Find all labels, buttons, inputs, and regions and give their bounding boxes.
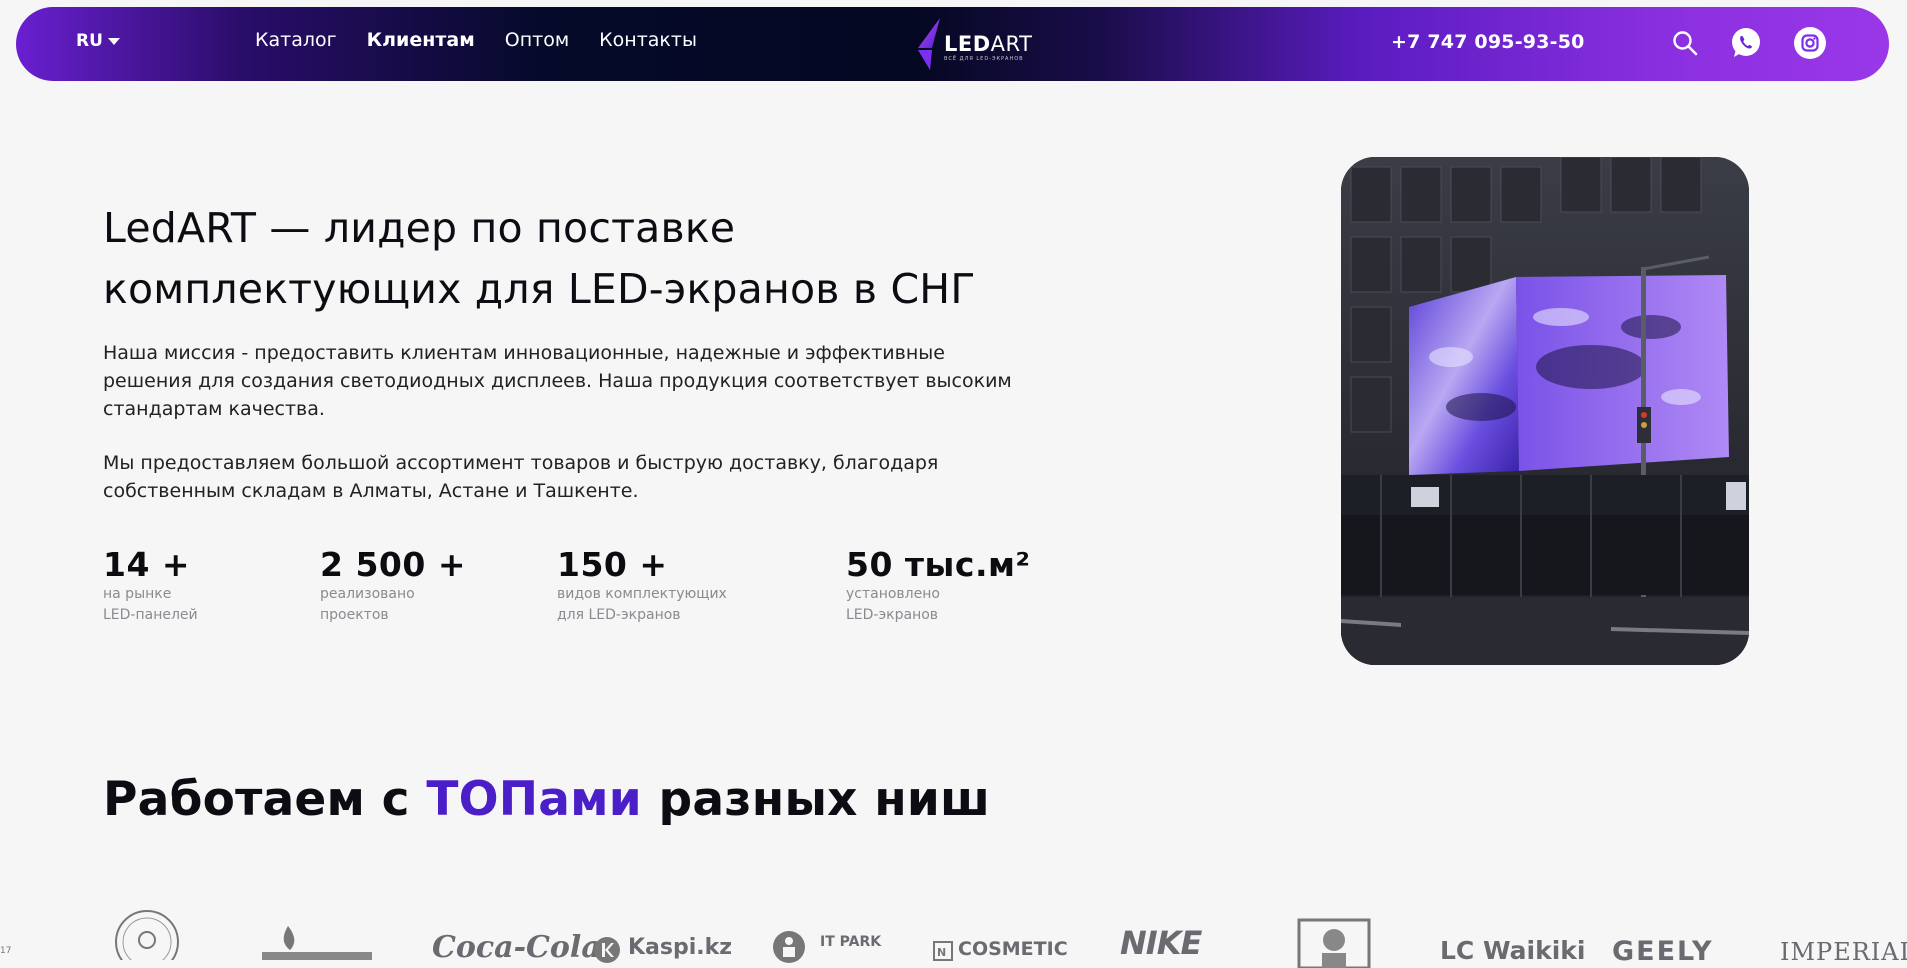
main-nav: Каталог Клиентам Оптом Контакты [255,29,697,51]
nav-catalog[interactable]: Каталог [255,29,337,51]
partner-logo-kaspi: Kaspi.kz [628,935,733,960]
partner-logo-flame-emblem [262,926,372,960]
it-park-icon [773,931,805,963]
instagram-button[interactable] [1793,26,1827,60]
logo-tagline: ВСЁ ДЛЯ LED-ЭКРАНОВ [944,56,1024,62]
hero-title-line-1: LedART — лидер по поставке [103,204,736,252]
language-selector[interactable]: RU [76,31,120,51]
nav-contacts[interactable]: Контакты [599,29,697,51]
led-cube-illustration [1341,157,1749,665]
stat-caption: установлено [846,586,940,602]
stat-value: 150 + [557,545,668,584]
chevron-down-icon [107,37,120,45]
stat-caption: видов комплектующих [557,586,727,602]
search-button[interactable] [1668,26,1702,60]
mission-paragraph: Наша миссия - предоставить клиентам инно… [103,342,1012,420]
partner-logo-nike: NIKE [1120,924,1202,962]
site-logo[interactable]: LEDART ВСЁ ДЛЯ LED-ЭКРАНОВ [910,14,1034,74]
assortment-paragraph: Мы предоставляем большой ассортимент тов… [103,452,939,502]
hero-led-cube-photo [1341,157,1749,665]
hero-title-line-2: комплектующих для LED-экранов в СНГ [103,265,976,313]
site-header: RU Каталог Клиентам Оптом Контакты LEDAR… [16,7,1889,81]
partner-logo-geely: GEELY [1612,936,1714,967]
partner-logos-strip: Coca-Cola Kaspi.kz IT PARK N COSMETIC NI… [0,910,1907,968]
whatsapp-icon [1732,28,1760,57]
partner-logo-it-park: IT PARK [820,934,882,950]
stat-caption: LED-экранов [846,607,939,623]
stat-caption: на рынке [103,586,172,602]
stat-value: 2 500 + [320,545,466,584]
stat-value: 14 + [103,545,191,584]
whatsapp-button[interactable] [1729,26,1763,60]
title-accent: ТОПами [426,772,642,827]
search-icon [1673,31,1698,56]
stat-years: 14 + на рынке LED-панелей [103,545,198,626]
partner-logo-imperial: IMPERIAL [1780,938,1907,966]
stat-projects: 2 500 + реализовано проектов [320,545,466,626]
stat-area: 50 тыс.м² установлено LED-экранов [846,545,1030,626]
partner-logo-cosmetic: COSMETIC [958,938,1068,960]
cosmetic-icon: N [933,941,953,961]
partners-section-title: Работаем с ТОПами разных ниш [103,772,990,827]
nav-wholesale[interactable]: Оптом [505,29,569,51]
nav-clients[interactable]: Клиентам [367,29,475,51]
stat-caption: для LED-экранов [557,607,681,623]
partner-logo-lc-waikiki: LC Waikiki [1440,936,1586,965]
logo-wordmark: LEDART [944,32,1033,56]
partner-logo-kfc-emblem [1297,918,1371,968]
svg-text:N: N [937,946,946,959]
stat-caption: LED-панелей [103,607,198,623]
stat-caption: реализовано [320,586,415,602]
instagram-icon [1794,27,1826,59]
phone-link[interactable]: +7 747 095-93-50 [1391,31,1585,53]
stat-components: 150 + видов комплектующих для LED-экрано… [557,545,727,626]
stat-value: 50 тыс.м² [846,545,1031,584]
title-text-post: разных ниш [641,772,991,827]
hero-title: LedART — лидер по поставке комплектующих… [103,198,1063,320]
title-text-pre: Работаем с [103,772,427,827]
stat-caption: проектов [320,607,389,623]
partner-logo-circle-emblem [115,910,179,960]
language-label: RU [76,31,103,51]
